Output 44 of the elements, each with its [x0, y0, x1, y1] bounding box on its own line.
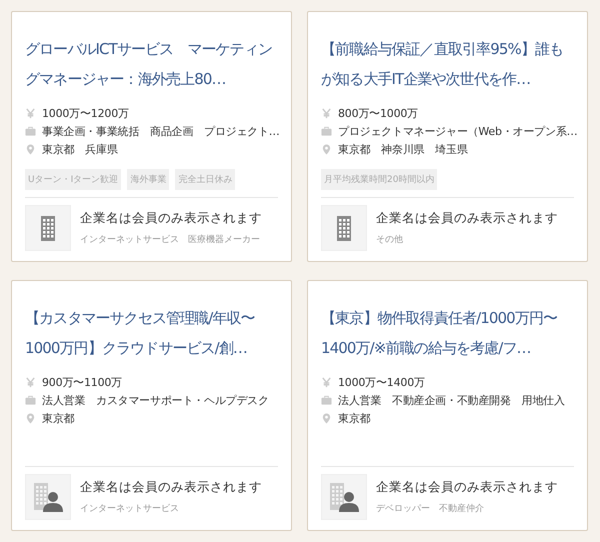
- job-text: 法人営業 カスタマーサポート・ヘルプデスク: [42, 393, 269, 408]
- job-title-link[interactable]: 【カスタマーサクセス管理職/年収〜1000万円】クラウドサービス/創…: [25, 303, 278, 363]
- yen-icon: [25, 108, 36, 119]
- industry-text: デベロッパー 不動産仲介: [376, 502, 485, 515]
- job-title-link[interactable]: 【前職給与保証／直取引率95%】誰もが知る大手IT企業や次世代を作…: [321, 34, 574, 94]
- location-text: 東京都: [338, 411, 370, 426]
- salary-text: 1000万〜1200万: [42, 106, 129, 121]
- location-text: 東京都: [42, 411, 74, 426]
- company-name: 企業名は会員のみ表示されます: [376, 479, 558, 496]
- location-pin-icon: [321, 144, 332, 155]
- location-text: 東京都 兵庫県: [42, 142, 118, 157]
- tag: Uターン・Iターン歓迎: [25, 169, 122, 190]
- job-card[interactable]: 【前職給与保証／直取引率95%】誰もが知る大手IT企業や次世代を作… 800万〜1000万 プロジェクトマネージャー（Web・オープン系… 東京都 神奈川県 埼玉県 月平均残業時間20時間以内 企業名は会員のみ表示されます その他: [307, 11, 588, 262]
- yen-icon: [321, 377, 332, 388]
- tag: 海外事業: [127, 169, 170, 190]
- yen-icon: [25, 377, 36, 388]
- company-name: 企業名は会員のみ表示されます: [376, 210, 558, 227]
- location-pin-icon: [25, 144, 36, 155]
- industry-text: その他: [376, 234, 404, 246]
- job-card[interactable]: 【東京】物件取得責任者/1000万円〜1400万/※前職の給与を考慮/フ… 1000万〜1400万 法人営業 不動産企画・不動産開発 用地仕入 東京都 企業名は会員のみ表示されます デベロッパー 不動産仲介: [307, 280, 588, 531]
- job-text: 法人営業 不動産企画・不動産開発 用地仕入: [338, 393, 565, 408]
- job-card[interactable]: グローバルICTサービス マーケティングマネージャー：海外売上80… 1000万〜1200万 事業企画・事業統括 商品企画 プロジェクト… 東京都 兵庫県 Uターン・Iターン歓迎 海外事業 完全土日休み 企業名は会員のみ表示されます インターネットサービス 医療機器メーカー: [11, 11, 292, 262]
- salary-text: 800万〜1000万: [338, 106, 418, 121]
- yen-icon: [321, 108, 332, 119]
- briefcase-icon: [321, 126, 332, 137]
- tag: 月平均残業時間20時間以内: [321, 169, 438, 190]
- briefcase-icon: [321, 395, 332, 406]
- job-text: 事業企画・事業統括 商品企画 プロジェクト…: [42, 124, 280, 139]
- briefcase-icon: [25, 395, 36, 406]
- location-text: 東京都 神奈川県 埼玉県: [338, 142, 468, 157]
- job-card[interactable]: 【カスタマーサクセス管理職/年収〜1000万円】クラウドサービス/創… 900万〜1100万 法人営業 カスタマーサポート・ヘルプデスク 東京都 企業名は会員のみ表示されます インターネットサービス: [11, 280, 292, 531]
- location-pin-icon: [25, 413, 36, 424]
- salary-text: 900万〜1100万: [42, 375, 122, 390]
- job-title-link[interactable]: グローバルICTサービス マーケティングマネージャー：海外売上80…: [25, 34, 278, 94]
- salary-text: 1000万〜1400万: [338, 375, 425, 390]
- industry-text: インターネットサービス 医療機器メーカー: [80, 234, 261, 246]
- industry-text: インターネットサービス: [80, 502, 180, 515]
- tag: 完全土日休み: [175, 169, 236, 190]
- job-text: プロジェクトマネージャー（Web・オープン系…: [338, 124, 578, 139]
- briefcase-icon: [25, 126, 36, 137]
- location-pin-icon: [321, 413, 332, 424]
- company-name: 企業名は会員のみ表示されます: [80, 479, 262, 496]
- job-title-link[interactable]: 【東京】物件取得責任者/1000万円〜1400万/※前職の給与を考慮/フ…: [321, 303, 574, 363]
- company-name: 企業名は会員のみ表示されます: [80, 210, 262, 227]
